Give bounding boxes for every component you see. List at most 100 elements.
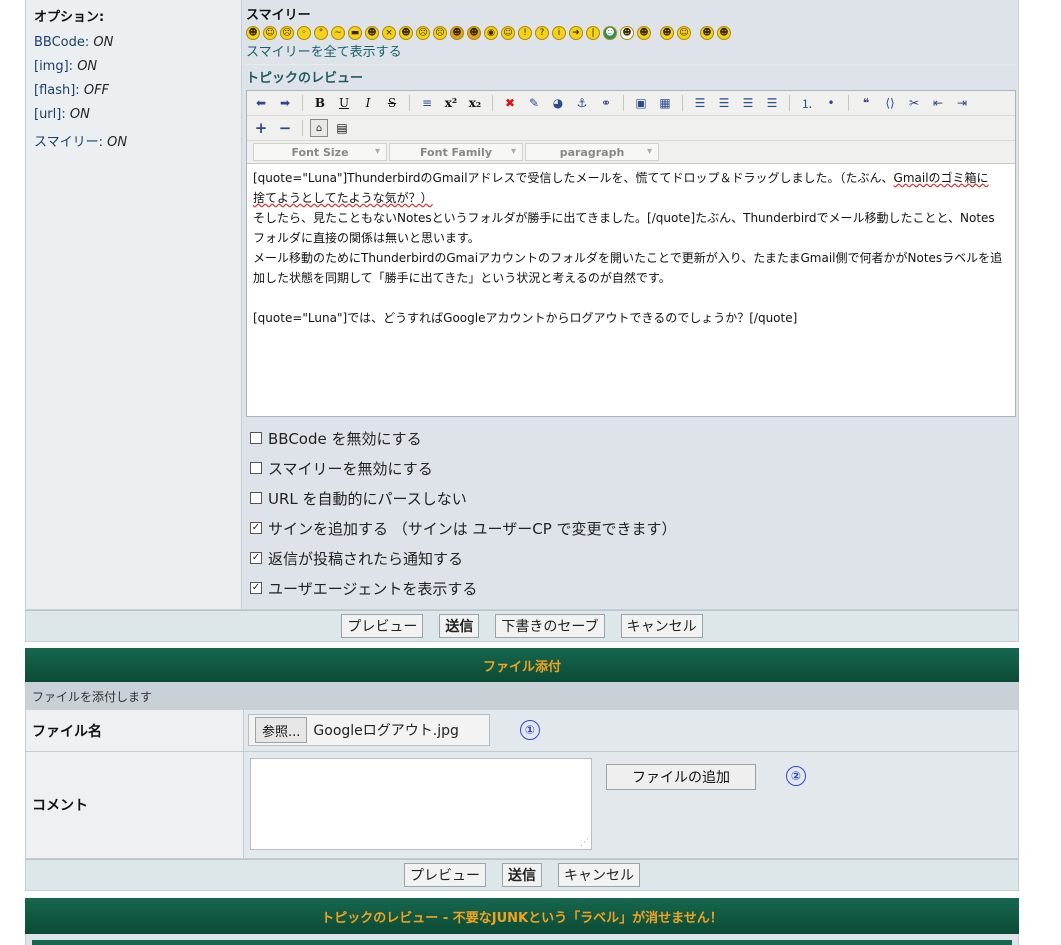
smiley-icon[interactable]: ◦ [297, 26, 311, 40]
media-icon[interactable]: ▤ [332, 118, 352, 138]
smiley-icon[interactable]: ~ [331, 26, 345, 40]
option-value: ON [69, 107, 90, 122]
indent-icon[interactable]: ⇥ [952, 93, 972, 113]
redo-icon[interactable]: ➡ [275, 93, 295, 113]
preview-button[interactable]: プレビュー [404, 863, 486, 887]
superscript-icon[interactable]: x² [441, 93, 461, 113]
message-line: フォルダに直接の関係は無いと思います。 [253, 231, 480, 245]
attach-section-header: ファイル添付 [25, 648, 1019, 682]
option-value: ON [107, 135, 128, 150]
message-line: [quote="Luna"]では、どうすればGoogleアカウントからログアウト… [253, 311, 798, 325]
smiley-icon[interactable]: ☻ [450, 26, 464, 40]
comment-textarea[interactable]: ⋰ [250, 758, 592, 850]
code-icon[interactable]: ⟨⟩ [880, 93, 900, 113]
checkbox-checked[interactable]: ✓ [250, 582, 262, 594]
message-textarea[interactable]: [quote="Luna"]ThunderbirdのGmailアドレスで受信した… [247, 164, 1015, 416]
unordered-list-icon[interactable]: • [821, 93, 841, 113]
smiley-icon[interactable]: ☻ [660, 26, 674, 40]
align-justify-icon[interactable]: ☰ [762, 93, 782, 113]
horizontal-rule-icon[interactable]: ≡ [417, 93, 437, 113]
smiley-icon[interactable]: ☺ [263, 26, 277, 40]
italic-icon[interactable]: I [358, 93, 378, 113]
smiley-icon[interactable]: ☻ [620, 26, 634, 40]
checkbox-label: BBCode を無効にする [268, 429, 422, 448]
smiley-icon[interactable]: ➜ [569, 26, 583, 40]
checkbox-attach-signature[interactable]: ✓ サインを追加する （サインは ユーザーCP で変更できます） [250, 513, 1016, 543]
smiley-icon[interactable]: ☻ [399, 26, 413, 40]
smiley-icon[interactable]: ☻ [467, 26, 481, 40]
checkbox-notify-reply[interactable]: ✓ 返信が投稿されたら通知する [250, 543, 1016, 573]
smiley-icon[interactable]: ☻ [365, 26, 379, 40]
undo-icon[interactable]: ⬅ [251, 93, 271, 113]
palette-icon[interactable]: ◕ [548, 93, 568, 113]
zoom-out-icon[interactable]: − [275, 118, 295, 138]
smiley-icon[interactable]: ☹ [280, 26, 294, 40]
checkbox-label: ユーザエージェントを表示する [268, 579, 478, 598]
option-label: スマイリー: [34, 135, 103, 150]
source-icon[interactable]: ⌂ [310, 119, 328, 137]
resize-handle-icon[interactable]: ⋰ [580, 838, 589, 848]
zoom-in-icon[interactable]: + [251, 118, 271, 138]
smiley-icon[interactable]: i [552, 26, 566, 40]
checkbox-no-url-parse[interactable]: URL を自動的にパースしない [250, 483, 1016, 513]
smiley-icon[interactable]: ☻ [717, 26, 731, 40]
bold-icon[interactable]: B [310, 93, 330, 113]
smiley-icon[interactable]: ☻ [700, 26, 714, 40]
checkbox[interactable] [250, 432, 262, 444]
cancel-button[interactable]: キャンセル [558, 863, 640, 887]
table-icon[interactable]: ▦ [655, 93, 675, 113]
align-right-icon[interactable]: ☰ [738, 93, 758, 113]
checkbox-checked[interactable]: ✓ [250, 522, 262, 534]
checkbox[interactable] [250, 462, 262, 474]
smiley-icon[interactable]: | [586, 26, 600, 40]
option-flash: [flash]: OFF [34, 83, 233, 98]
smiley-icon[interactable]: ☹ [433, 26, 447, 40]
smiley-icon[interactable]: ! [518, 26, 532, 40]
save-draft-button[interactable]: 下書きのセーブ [495, 614, 605, 638]
submit-button[interactable]: 送信 [502, 863, 542, 887]
preview-button[interactable]: プレビュー [341, 614, 424, 638]
clean-icon[interactable]: ✂ [904, 93, 924, 113]
attach-subheader: ファイルを添付します [25, 682, 1019, 710]
outdent-icon[interactable]: ⇤ [928, 93, 948, 113]
underline-icon[interactable]: U [334, 93, 354, 113]
checkbox-checked[interactable]: ✓ [250, 552, 262, 564]
selected-filename: Googleログアウト.jpg [313, 723, 459, 739]
smiley-icon[interactable]: ☹ [416, 26, 430, 40]
image-icon[interactable]: ▣ [631, 93, 651, 113]
checkbox-disable-smilies[interactable]: スマイリーを無効にする [250, 453, 1016, 483]
add-file-button[interactable]: ファイルの追加 [606, 764, 756, 790]
smiley-icon[interactable]: ☻ [603, 26, 617, 40]
unlink-icon[interactable]: ⚭ [596, 93, 616, 113]
browse-button[interactable]: 参照... [255, 717, 308, 743]
align-left-icon[interactable]: ☰ [690, 93, 710, 113]
text-color-icon[interactable]: ✎ [524, 93, 544, 113]
smiley-icon[interactable]: ▬ [348, 26, 362, 40]
smiley-icon[interactable]: ° [314, 26, 328, 40]
quote-icon[interactable]: ❝ [856, 93, 876, 113]
strikethrough-icon[interactable]: S [382, 93, 402, 113]
smiley-icon[interactable]: × [382, 26, 396, 40]
paragraph-select[interactable]: paragraph [525, 143, 659, 161]
checkbox-disable-bbcode[interactable]: BBCode を無効にする [250, 423, 1016, 453]
ordered-list-icon[interactable]: ⒈ [797, 93, 817, 113]
font-size-select[interactable]: Font Size [253, 143, 387, 161]
font-family-select[interactable]: Font Family [389, 143, 523, 161]
show-all-smilies-link[interactable]: スマイリーを全て表示する [246, 45, 402, 60]
checkbox-show-user-agent[interactable]: ✓ ユーザエージェントを表示する [250, 573, 1016, 603]
smiley-icon[interactable]: ☻ [637, 26, 651, 40]
remove-format-icon[interactable]: ✖ [500, 93, 520, 113]
align-center-icon[interactable]: ☰ [714, 93, 734, 113]
smilies-row: ☻ ☺ ☹ ◦ ° ~ ▬ ☻ × ☻ ☹ ☹ ☻ ☻ ◉ ☺ ! ? i ➜ [246, 26, 1016, 40]
subscript-icon[interactable]: x₂ [465, 93, 485, 113]
smiley-icon[interactable]: ☻ [246, 26, 260, 40]
smiley-icon[interactable]: ☺ [501, 26, 515, 40]
smiley-icon[interactable]: ☺ [677, 26, 691, 40]
cancel-button[interactable]: キャンセル [620, 614, 703, 638]
anchor-icon[interactable]: ⚓ [572, 93, 592, 113]
checkbox[interactable] [250, 492, 262, 504]
file-input[interactable]: 参照... Googleログアウト.jpg [248, 714, 490, 746]
smiley-icon[interactable]: ? [535, 26, 549, 40]
smiley-icon[interactable]: ◉ [484, 26, 498, 40]
submit-button[interactable]: 送信 [439, 614, 480, 638]
